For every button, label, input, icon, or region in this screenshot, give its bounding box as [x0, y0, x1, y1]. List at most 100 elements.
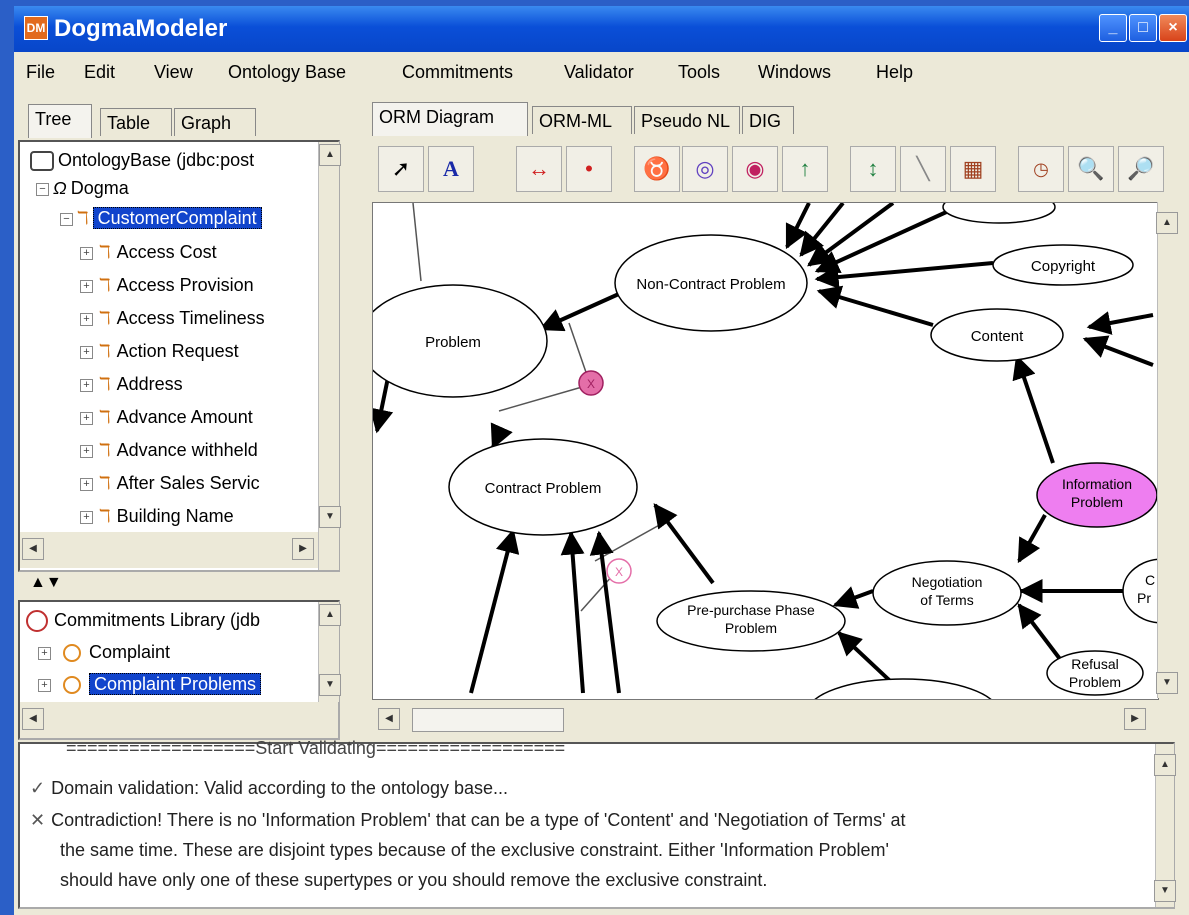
- scroll-down-button[interactable]: ▼: [1154, 880, 1176, 902]
- tree-item-label: After Sales Servic: [116, 473, 260, 493]
- tree-item[interactable]: + ℸ Advance Amount: [80, 401, 253, 433]
- term-icon: ℸ: [99, 275, 111, 295]
- tab-tree[interactable]: Tree: [28, 104, 92, 138]
- commitments-horizontal-scrollbar[interactable]: ◀: [20, 702, 338, 738]
- zoom-out-icon[interactable]: 🔎: [1118, 146, 1164, 192]
- tree-item[interactable]: + ℸ Address: [80, 368, 183, 400]
- scroll-left-button[interactable]: ◀: [22, 538, 44, 560]
- scroll-up-button[interactable]: ▲: [1156, 212, 1178, 234]
- scroll-up-button[interactable]: ▲: [319, 144, 341, 166]
- tab-dig[interactable]: DIG: [742, 106, 794, 134]
- menu-help[interactable]: Help: [876, 62, 913, 83]
- tab-table[interactable]: Table: [100, 108, 172, 136]
- diagram-horizontal-scrollbar[interactable]: ◀ ▶: [372, 700, 1157, 738]
- tab-orm-ml[interactable]: ORM-ML: [532, 106, 632, 134]
- scroll-down-button[interactable]: ▼: [319, 674, 341, 696]
- menu-edit[interactable]: Edit: [84, 62, 115, 83]
- menu-windows[interactable]: Windows: [758, 62, 831, 83]
- commitment-item-selected[interactable]: + Complaint Problems: [38, 668, 262, 700]
- zoom-in-icon[interactable]: 🔍: [1068, 146, 1114, 192]
- commitments-vertical-scrollbar[interactable]: ▲ ▼: [318, 602, 341, 702]
- term-icon: ℸ: [99, 473, 111, 493]
- expand-icon[interactable]: +: [80, 444, 93, 458]
- node-information-label-1: Information: [1062, 476, 1132, 492]
- expand-icon[interactable]: +: [80, 411, 93, 425]
- term-icon: ℸ: [99, 374, 111, 394]
- tree-item-label: Advance withheld: [116, 440, 258, 460]
- menu-validator[interactable]: Validator: [564, 62, 634, 83]
- tree-selected-item[interactable]: − ℸ CustomerComplaint: [60, 202, 262, 234]
- tree-horizontal-scrollbar[interactable]: ◀ ▶: [20, 532, 318, 568]
- scroll-left-button[interactable]: ◀: [22, 708, 44, 730]
- arrow-both-icon[interactable]: ↕: [850, 146, 896, 192]
- scroll-up-button[interactable]: ▲: [1154, 754, 1176, 776]
- tree-item[interactable]: + ℸ Access Cost: [80, 236, 217, 268]
- menu-tools[interactable]: Tools: [678, 62, 720, 83]
- scroll-up-button[interactable]: ▲: [319, 604, 341, 626]
- term-icon: ℸ: [99, 308, 111, 328]
- scroll-left-button[interactable]: ◀: [378, 708, 400, 730]
- scroll-right-button[interactable]: ▶: [1124, 708, 1146, 730]
- expand-icon[interactable]: +: [38, 678, 51, 692]
- menu-ontology-base[interactable]: Ontology Base: [228, 62, 346, 83]
- tree-item[interactable]: + ℸ Advance withheld: [80, 434, 258, 466]
- uniqueness-icon[interactable]: ♉: [634, 146, 680, 192]
- omega-icon: Ω: [53, 178, 67, 198]
- value-icon[interactable]: ◷: [1018, 146, 1064, 192]
- tab-graph[interactable]: Graph: [174, 108, 256, 136]
- expand-icon[interactable]: +: [80, 477, 93, 491]
- splitter-arrows[interactable]: ▲▼: [30, 574, 62, 592]
- orm-diagram-canvas[interactable]: Problem Non-Contract Problem Copyright C…: [372, 202, 1159, 700]
- tree-item-label: Building Name: [116, 506, 234, 526]
- tree-dogma[interactable]: − Ω Dogma: [36, 172, 129, 204]
- maximize-button[interactable]: □: [1129, 14, 1157, 42]
- mandatory-icon[interactable]: ◉: [732, 146, 778, 192]
- menu-commitments[interactable]: Commitments: [402, 62, 513, 83]
- expand-icon[interactable]: +: [80, 246, 93, 260]
- expand-icon[interactable]: +: [38, 646, 51, 660]
- commitments-root[interactable]: Commitments Library (jdb: [26, 604, 260, 636]
- close-button[interactable]: ×: [1159, 14, 1187, 42]
- menu-view[interactable]: View: [154, 62, 193, 83]
- term-icon: ℸ: [99, 242, 111, 262]
- subtype-icon[interactable]: ↑: [782, 146, 828, 192]
- expand-icon[interactable]: +: [80, 312, 93, 326]
- minimize-button[interactable]: _: [1099, 14, 1127, 42]
- tree-vertical-scrollbar[interactable]: ▲ ▼: [318, 142, 341, 570]
- tree-root-label: OntologyBase (jdbc:post: [58, 150, 255, 170]
- connector-line: [594, 522, 664, 562]
- menu-file[interactable]: File: [26, 62, 55, 83]
- tab-pseudo-nl[interactable]: Pseudo NL: [634, 106, 740, 134]
- collapse-icon[interactable]: −: [36, 182, 49, 196]
- tab-orm-diagram[interactable]: ORM Diagram: [372, 102, 528, 136]
- scroll-right-button[interactable]: ▶: [292, 538, 314, 560]
- expand-icon[interactable]: +: [80, 510, 93, 524]
- tree-item[interactable]: + ℸ Action Request: [80, 335, 239, 367]
- tree-item[interactable]: + ℸ After Sales Servic: [80, 467, 260, 499]
- expand-icon[interactable]: +: [80, 345, 93, 359]
- error-icon: ✕: [30, 810, 46, 830]
- tree-item[interactable]: + ℸ Access Timeliness: [80, 302, 265, 334]
- expand-icon[interactable]: +: [80, 279, 93, 293]
- line-icon[interactable]: ╲: [900, 146, 946, 192]
- pointer-icon[interactable]: ➚: [378, 146, 424, 192]
- expand-icon[interactable]: +: [80, 378, 93, 392]
- node-partial-label-1: C: [1145, 572, 1155, 588]
- diagram-vertical-scrollbar[interactable]: ▲ ▼: [1156, 202, 1178, 698]
- role-icon[interactable]: ↔: [516, 146, 562, 192]
- exclusion-icon[interactable]: ◎: [682, 146, 728, 192]
- node-refusal-label-2: Problem: [1069, 674, 1121, 690]
- table-icon[interactable]: ▦: [950, 146, 996, 192]
- console-ok-text: Domain validation: Valid according to th…: [51, 778, 509, 798]
- scroll-down-button[interactable]: ▼: [319, 506, 341, 528]
- node-problem-label: Problem: [425, 334, 481, 351]
- scroll-down-button[interactable]: ▼: [1156, 672, 1178, 694]
- commitment-item[interactable]: + Complaint: [38, 636, 170, 668]
- scroll-thumb[interactable]: [412, 708, 564, 732]
- dot-icon[interactable]: •: [566, 146, 612, 192]
- collapse-icon[interactable]: −: [60, 212, 73, 226]
- text-icon[interactable]: A: [428, 146, 474, 192]
- tree-item[interactable]: + ℸ Building Name: [80, 500, 234, 532]
- console-vertical-scrollbar[interactable]: ▲ ▼: [1154, 744, 1176, 907]
- tree-item[interactable]: + ℸ Access Provision: [80, 269, 254, 301]
